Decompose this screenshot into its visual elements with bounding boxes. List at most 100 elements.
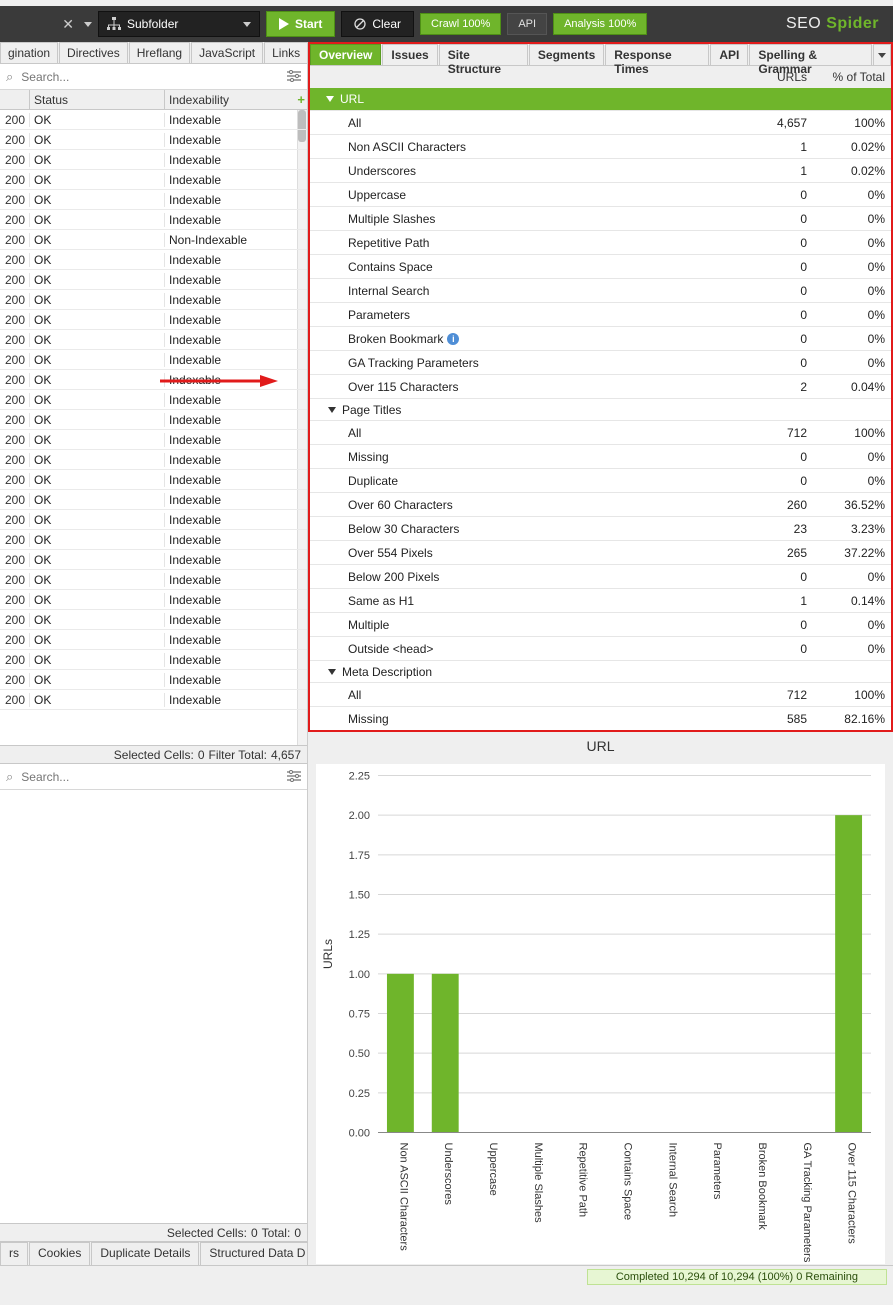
svg-text:GA Tracking Parameters: GA Tracking Parameters (801, 1143, 813, 1263)
api-badge[interactable]: API (507, 13, 547, 35)
clear-button[interactable]: Clear (341, 11, 414, 37)
overview-row[interactable]: Multiple Slashes 00% (310, 206, 891, 230)
info-icon[interactable]: i (447, 333, 459, 345)
overview-row[interactable]: Uppercase 00% (310, 182, 891, 206)
search-input[interactable] (19, 69, 281, 85)
table-row[interactable]: 200OKIndexable (0, 110, 307, 130)
overview-row[interactable]: GA Tracking Parameters 00% (310, 350, 891, 374)
grid-body[interactable]: 200OKIndexable200OKIndexable200OKIndexab… (0, 110, 307, 745)
table-row[interactable]: 200OKIndexable (0, 350, 307, 370)
add-column-icon[interactable]: + (297, 92, 305, 107)
right-tab[interactable]: Issues (382, 44, 437, 65)
table-row[interactable]: 200OKIndexable (0, 270, 307, 290)
bottom-tab[interactable]: rs (0, 1242, 28, 1265)
table-row[interactable]: 200OKIndexable (0, 530, 307, 550)
overview-row[interactable]: Parameters 00% (310, 302, 891, 326)
overview-row[interactable]: Over 554 Pixels 26537.22% (310, 540, 891, 564)
table-row[interactable]: 200OKIndexable (0, 310, 307, 330)
col-indexability[interactable]: Indexability (165, 90, 307, 109)
right-tab[interactable]: API (710, 44, 748, 65)
overview-row[interactable]: All 712100% (310, 682, 891, 706)
left-tab[interactable]: Hreflang (129, 42, 190, 63)
start-button[interactable]: Start (266, 11, 335, 37)
overview-row[interactable]: Outside <head> 00% (310, 636, 891, 660)
table-row[interactable]: 200OKIndexable (0, 170, 307, 190)
overview-row[interactable]: Internal Search 00% (310, 278, 891, 302)
overview-row[interactable]: Repetitive Path 00% (310, 230, 891, 254)
table-row[interactable]: 200OKIndexable (0, 470, 307, 490)
overview-row[interactable]: Broken Bookmark i00% (310, 326, 891, 350)
col-pct[interactable]: % of Total (813, 70, 891, 84)
right-tab[interactable]: Spelling & Grammar (749, 44, 871, 65)
filter-settings-icon[interactable] (287, 69, 301, 85)
table-row[interactable]: 200OKIndexable (0, 550, 307, 570)
table-row[interactable]: 200OKNon-Indexable (0, 230, 307, 250)
left-tab[interactable]: gination (0, 42, 58, 63)
bottom-tab[interactable]: Structured Data D (200, 1242, 314, 1265)
chevron-down-icon[interactable] (84, 22, 92, 27)
left-tab[interactable]: Links (264, 42, 307, 63)
overview-row[interactable]: All 712100% (310, 420, 891, 444)
overview-row[interactable]: Multiple 00% (310, 612, 891, 636)
right-tab[interactable]: Response Times (605, 44, 709, 65)
table-row[interactable]: 200OKIndexable (0, 490, 307, 510)
right-tab[interactable]: Segments (529, 44, 604, 65)
table-row[interactable]: 200OKIndexable (0, 610, 307, 630)
table-row[interactable]: 200OKIndexable (0, 450, 307, 470)
table-row[interactable]: 200OKIndexable (0, 130, 307, 150)
left-tab[interactable]: Directives (59, 42, 128, 63)
col-status[interactable]: Status (30, 90, 165, 109)
overview-group-url[interactable]: URL (310, 88, 891, 110)
overview-group-page-titles[interactable]: Page Titles (310, 398, 891, 420)
table-row[interactable]: 200OKIndexable (0, 190, 307, 210)
table-row[interactable]: 200OKIndexable (0, 330, 307, 350)
left-tab[interactable]: JavaScript (191, 42, 263, 63)
svg-text:Over 115 Characters: Over 115 Characters (846, 1143, 858, 1245)
table-row[interactable]: 200OKIndexable (0, 510, 307, 530)
table-row[interactable]: 200OKIndexable (0, 670, 307, 690)
table-row[interactable]: 200OKIndexable (0, 290, 307, 310)
right-tab[interactable]: Site Structure (439, 44, 528, 65)
table-row[interactable]: 200OKIndexable (0, 150, 307, 170)
tab-overflow-dropdown[interactable] (873, 44, 891, 65)
overview-row[interactable]: Below 200 Pixels 00% (310, 564, 891, 588)
overview-row[interactable]: Missing 00% (310, 444, 891, 468)
close-icon[interactable]: ✕ (62, 16, 74, 33)
analysis-progress-badge[interactable]: Analysis 100% (553, 13, 647, 35)
crawl-progress-badge[interactable]: Crawl 100% (420, 13, 501, 35)
overview-row[interactable]: Duplicate 00% (310, 468, 891, 492)
right-tab[interactable]: Overview (310, 44, 381, 65)
table-row[interactable]: 200OKIndexable (0, 650, 307, 670)
overview-row[interactable]: Contains Space 00% (310, 254, 891, 278)
table-row[interactable]: 200OKIndexable (0, 590, 307, 610)
overview-row[interactable]: Missing 58582.16% (310, 706, 891, 730)
overview-row[interactable]: Non ASCII Characters 10.02% (310, 134, 891, 158)
table-row[interactable]: 200OKIndexable (0, 410, 307, 430)
table-row[interactable]: 200OKIndexable (0, 570, 307, 590)
chart-title: URL (308, 732, 893, 760)
overview-row[interactable]: Over 115 Characters 20.04% (310, 374, 891, 398)
lower-search-row: ⌕ (0, 764, 307, 790)
svg-text:1.00: 1.00 (349, 969, 370, 981)
filter-settings-icon[interactable] (287, 769, 301, 785)
overview-row[interactable]: Below 30 Characters 233.23% (310, 516, 891, 540)
table-row[interactable]: 200OKIndexable (0, 690, 307, 710)
svg-text:Contains Space: Contains Space (622, 1143, 634, 1221)
overview-row[interactable]: Same as H1 10.14% (310, 588, 891, 612)
table-row[interactable]: 200OKIndexable (0, 390, 307, 410)
table-row[interactable]: 200OKIndexable (0, 250, 307, 270)
crawl-status: Completed 10,294 of 10,294 (100%) 0 Rema… (587, 1269, 887, 1285)
overview-row[interactable]: All 4,657100% (310, 110, 891, 134)
table-row[interactable]: 200OKIndexable (0, 630, 307, 650)
overview-row[interactable]: Over 60 Characters 26036.52% (310, 492, 891, 516)
bottom-tab[interactable]: Duplicate Details (91, 1242, 199, 1265)
col-urls[interactable]: URLs (733, 70, 813, 84)
top-toolbar: ✕ Subfolder Start Clear Crawl 100% API A… (0, 6, 893, 42)
table-row[interactable]: 200OKIndexable (0, 210, 307, 230)
table-row[interactable]: 200OKIndexable (0, 430, 307, 450)
overview-group-meta-description[interactable]: Meta Description (310, 660, 891, 682)
mode-select[interactable]: Subfolder (98, 11, 260, 37)
bottom-tab[interactable]: Cookies (29, 1242, 90, 1265)
overview-row[interactable]: Underscores 10.02% (310, 158, 891, 182)
lower-search-input[interactable] (19, 769, 281, 785)
